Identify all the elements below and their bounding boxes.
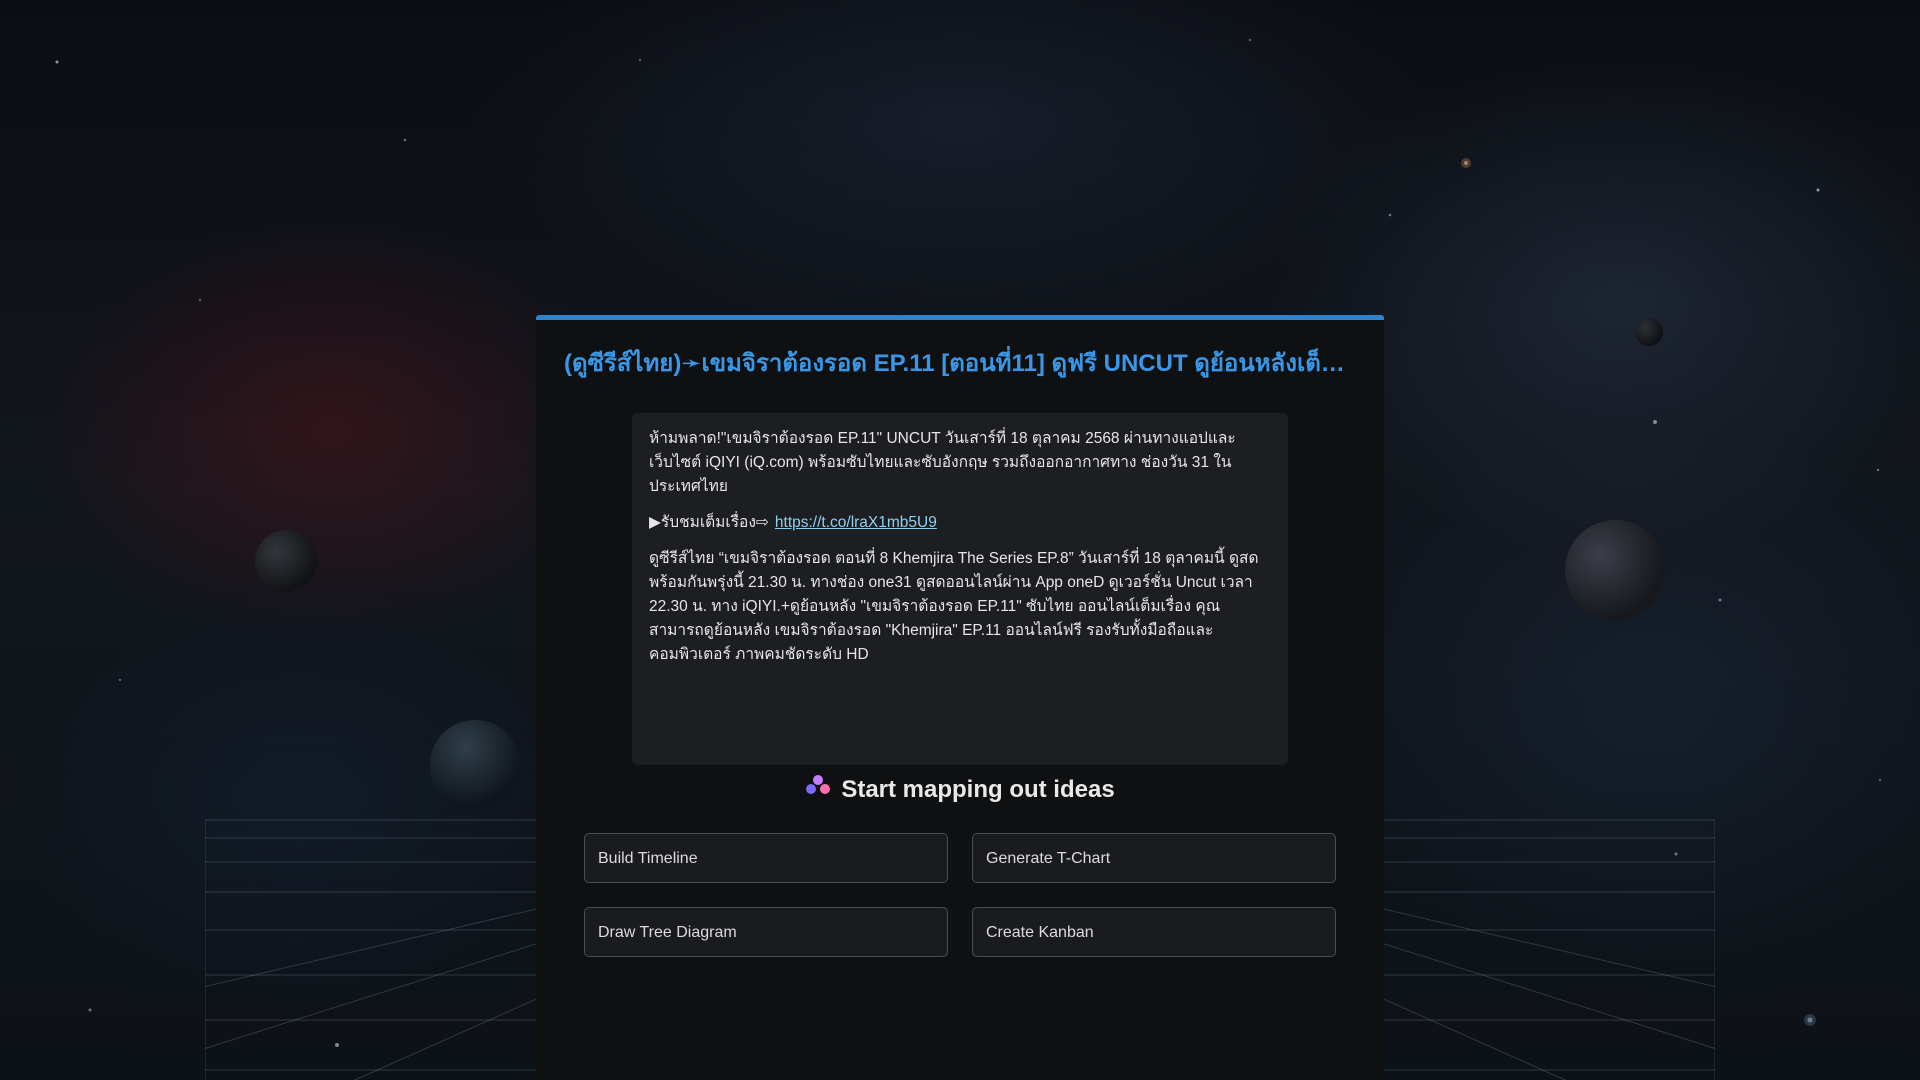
post-panel: (ดูซีรีส์ไทย)➛เขมจิราต้องรอด EP.11 [ตอนท… [536,315,1384,1080]
build-timeline-button[interactable]: Build Timeline [584,833,948,883]
planet-glow [430,720,520,810]
page-title: (ดูซีรีส์ไทย)➛เขมจิราต้องรอด EP.11 [ตอนท… [564,350,1354,377]
generate-t-chart-button[interactable]: Generate T-Chart [972,833,1336,883]
watch-link-line: ▶รับชมเต็มเรื่อง⇨ https://t.co/lraX1mb5U9 [649,511,1271,535]
draw-tree-diagram-button[interactable]: Draw Tree Diagram [584,907,948,957]
watch-link-prefix: ▶รับชมเต็มเรื่อง⇨ [649,514,769,531]
mind-map-icon [805,771,831,807]
planet-small [1635,318,1663,346]
planet-left [255,530,317,592]
planet-right [1565,520,1665,620]
description-paragraph: ห้ามพลาด!"เขมจิราต้องรอด EP.11" UNCUT วั… [649,430,1236,495]
description-card: ห้ามพลาด!"เขมจิราต้องรอด EP.11" UNCUT วั… [632,413,1288,765]
ideas-header: Start mapping out ideas [536,772,1384,809]
watch-link[interactable]: https://t.co/lraX1mb5U9 [775,514,937,531]
create-kanban-button[interactable]: Create Kanban [972,907,1336,957]
ideas-title: Start mapping out ideas [841,776,1115,803]
description-paragraph: ดูซีรีส์ไทย “เขมจิราต้องรอด ตอนที่ 8 Khe… [649,550,1259,663]
